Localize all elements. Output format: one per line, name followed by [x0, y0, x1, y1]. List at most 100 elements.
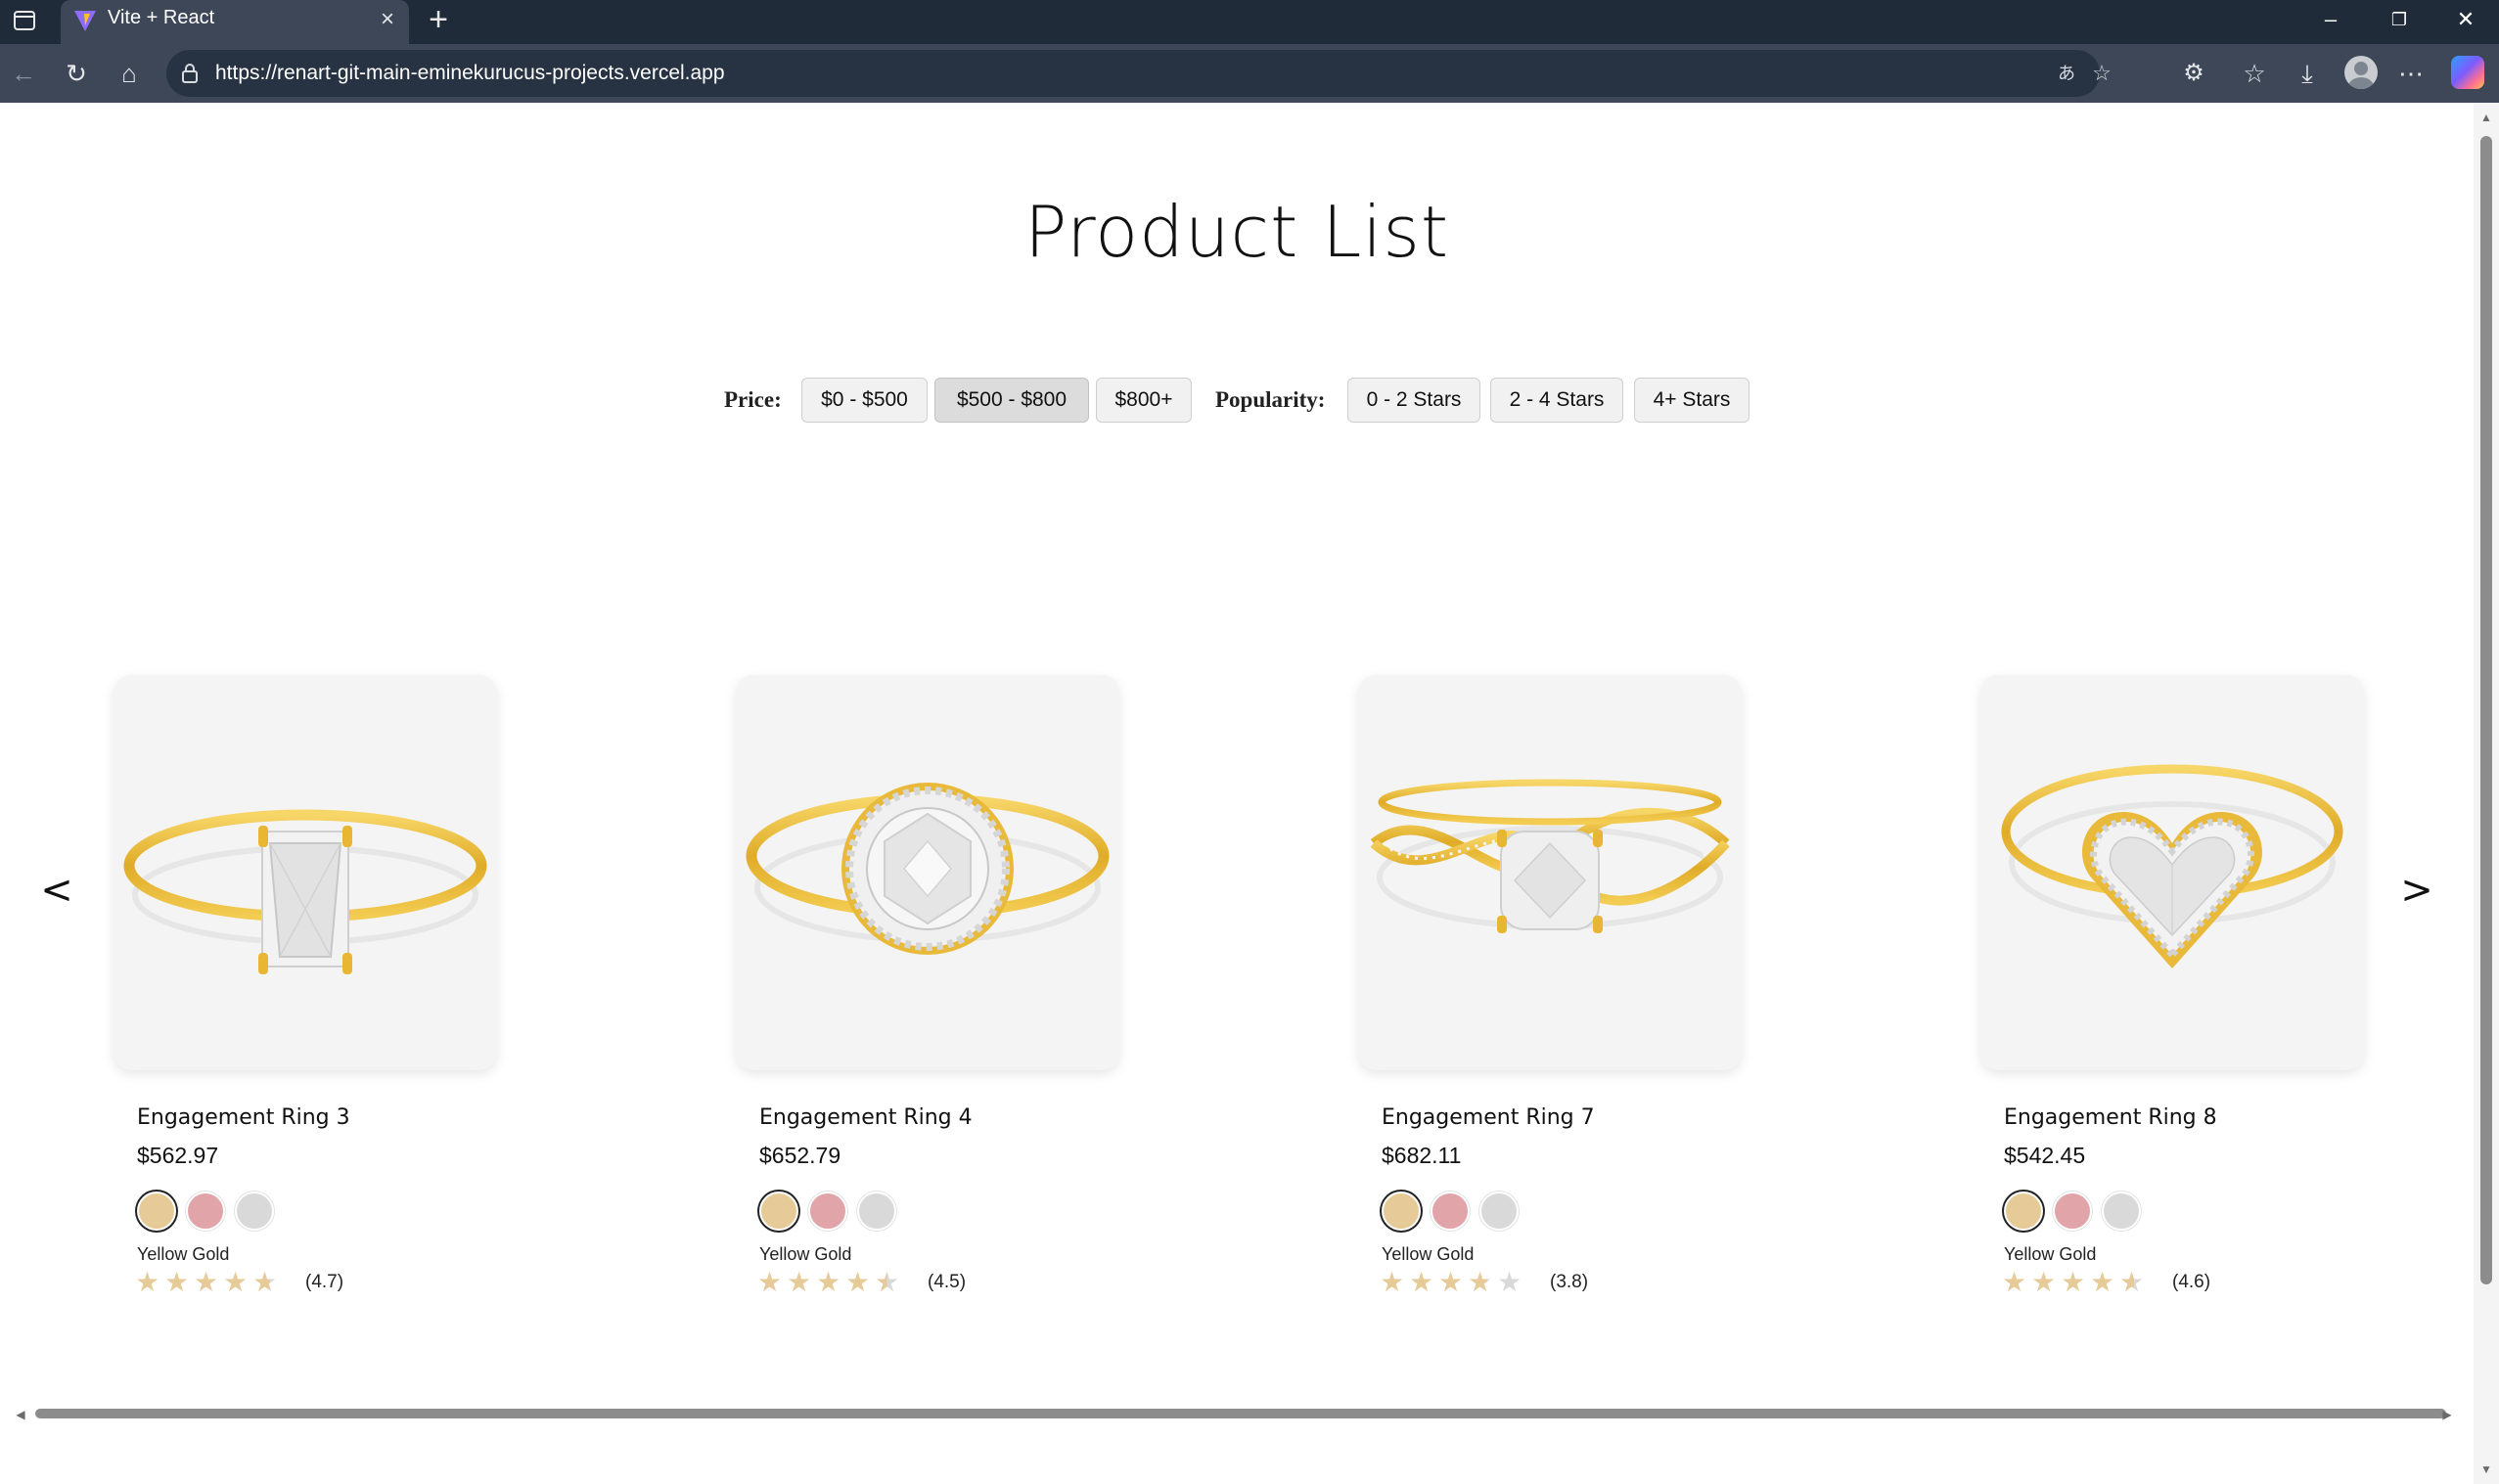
profile-avatar[interactable] — [2344, 56, 2378, 89]
horizontal-scroll-thumb[interactable] — [35, 1409, 2446, 1418]
white-gold-swatch[interactable] — [235, 1192, 274, 1231]
tab-close-button[interactable]: × — [374, 6, 401, 33]
star-icon: ★ — [2031, 1266, 2057, 1298]
product-price: $542.45 — [2004, 1143, 2086, 1168]
read-aloud-icon[interactable]: あ — [2049, 56, 2084, 91]
popularity-filter-label: Popularity: — [1215, 387, 1326, 412]
price-filter-0-500-button[interactable]: $0 - $500 — [801, 378, 928, 423]
star-icon: ★ — [2119, 1266, 2145, 1298]
ring-twist-cushion-image — [1370, 779, 1730, 933]
vertical-scrollbar[interactable]: ▲ ▼ — [2474, 103, 2499, 1484]
selected-metal-label: Yellow Gold — [759, 1244, 852, 1264]
browser-tab-bar: Vite + React × + – ❐ ✕ — [0, 0, 2499, 44]
popularity-filter-0-2-button[interactable]: 0 - 2 Stars — [1347, 378, 1480, 423]
reload-icon[interactable]: ↻ — [59, 56, 94, 91]
ring-halo-round-image — [746, 783, 1110, 955]
rose-gold-swatch[interactable] — [808, 1192, 847, 1231]
more-options-icon[interactable]: ⋯ — [2393, 56, 2429, 91]
product-name[interactable]: Engagement Ring 7 — [1382, 1105, 1595, 1130]
rose-gold-swatch[interactable] — [1431, 1192, 1470, 1231]
back-icon[interactable]: ← — [6, 56, 41, 91]
url-text[interactable]: https://renart-git-main-eminekurucus-pro… — [215, 62, 725, 85]
star-icon: ★ — [875, 1266, 900, 1298]
color-swatches — [1382, 1192, 1577, 1233]
product-image[interactable] — [736, 675, 1119, 1070]
carousel-next-button[interactable]: > — [2397, 861, 2436, 920]
rating-value: (4.6) — [2172, 1272, 2211, 1292]
scroll-left-arrow-icon[interactable]: ◀ — [14, 1408, 27, 1421]
downloads-icon[interactable]: ⤓ — [2290, 56, 2325, 91]
browser-toolbar: ← ↻ ⌂ https://renart-git-main-eminekuruc… — [0, 44, 2499, 103]
favorites-icon[interactable]: ☆ — [2237, 56, 2272, 91]
address-bar[interactable]: https://renart-git-main-eminekurucus-pro… — [166, 50, 2112, 97]
white-gold-swatch[interactable] — [2102, 1192, 2141, 1231]
product-name[interactable]: Engagement Ring 3 — [137, 1105, 350, 1130]
yellow-gold-swatch[interactable] — [759, 1192, 798, 1231]
minimize-button[interactable]: – — [2301, 0, 2360, 39]
color-swatches — [759, 1192, 955, 1233]
scroll-up-arrow-icon[interactable]: ▲ — [2479, 111, 2493, 124]
star-icon: ★ — [223, 1266, 249, 1298]
price-filter-800-plus-button[interactable]: $800+ — [1096, 378, 1192, 423]
product-price: $652.79 — [759, 1143, 841, 1168]
product-image[interactable] — [1358, 675, 1742, 1070]
rose-gold-swatch[interactable] — [186, 1192, 225, 1231]
lock-icon[interactable] — [178, 62, 202, 85]
scroll-down-arrow-icon[interactable]: ▼ — [2479, 1462, 2493, 1476]
copilot-icon[interactable] — [2451, 56, 2484, 89]
rating-value: (4.5) — [928, 1272, 967, 1292]
new-tab-button[interactable]: + — [421, 3, 456, 39]
horizontal-scrollbar[interactable]: ◀ ▶ — [14, 1405, 2456, 1426]
popularity-filter-2-4-button[interactable]: 2 - 4 Stars — [1490, 378, 1623, 423]
yellow-gold-swatch[interactable] — [2004, 1192, 2043, 1231]
extensions-icon[interactable]: ⚙ — [2176, 56, 2211, 91]
yellow-gold-swatch[interactable] — [1382, 1192, 1421, 1231]
tab-actions-icon[interactable] — [12, 8, 37, 33]
star-icon: ★ — [845, 1266, 871, 1298]
star-icon: ★ — [1409, 1266, 1434, 1298]
browser-tab[interactable]: Vite + React × — [61, 0, 409, 44]
popularity-filter-4-plus-button[interactable]: 4+ Stars — [1634, 378, 1749, 423]
price-filter-500-800-button[interactable]: $500 - $800 — [934, 378, 1089, 423]
white-gold-swatch[interactable] — [1479, 1192, 1519, 1231]
product-card[interactable]: Engagement Ring 3 $562.97 Yellow Gold ★ ★… — [114, 675, 524, 1311]
white-gold-swatch[interactable] — [857, 1192, 896, 1231]
close-window-button[interactable]: ✕ — [2436, 0, 2495, 39]
star-icon: ★ — [164, 1266, 190, 1298]
tab-title: Vite + React — [108, 7, 215, 28]
filter-bar: Price: $0 - $500 $500 - $800 $800+ Popul… — [0, 371, 2474, 429]
home-icon[interactable]: ⌂ — [112, 56, 147, 91]
star-rating: ★ ★ ★ ★ ★ (3.8) — [1380, 1268, 1673, 1297]
favorite-star-icon[interactable]: ☆ — [2084, 56, 2119, 91]
star-icon: ★ — [1380, 1266, 1405, 1298]
product-name[interactable]: Engagement Ring 4 — [759, 1105, 973, 1130]
product-image[interactable] — [114, 675, 497, 1070]
star-icon: ★ — [252, 1266, 278, 1298]
star-rating: ★ ★ ★ ★ ★ (4.7) — [135, 1268, 429, 1297]
star-rating: ★ ★ ★ ★ ★ (4.5) — [757, 1268, 1051, 1297]
product-card[interactable]: Engagement Ring 8 $542.45 Yellow Gold ★ ★… — [1980, 675, 2391, 1311]
yellow-gold-swatch[interactable] — [137, 1192, 176, 1231]
star-icon: ★ — [2002, 1266, 2027, 1298]
product-card[interactable]: Engagement Ring 7 $682.11 Yellow Gold ★ ★… — [1358, 675, 1769, 1311]
star-icon: ★ — [787, 1266, 812, 1298]
product-name[interactable]: Engagement Ring 8 — [2004, 1105, 2217, 1130]
rose-gold-swatch[interactable] — [2053, 1192, 2092, 1231]
price-filter-label: Price: — [724, 387, 782, 412]
star-icon: ★ — [194, 1266, 219, 1298]
star-icon: ★ — [1438, 1266, 1464, 1298]
carousel-prev-button[interactable]: < — [37, 861, 76, 920]
product-image[interactable] — [1980, 675, 2364, 1070]
color-swatches — [2004, 1192, 2200, 1233]
star-icon: ★ — [816, 1266, 841, 1298]
page-title: Product List — [1023, 191, 1450, 273]
ring-halo-heart-image — [2001, 764, 2343, 968]
star-icon: ★ — [757, 1266, 783, 1298]
product-card[interactable]: Engagement Ring 4 $652.79 Yellow Gold ★ ★… — [736, 675, 1147, 1311]
ring-radiant-image — [123, 809, 487, 974]
selected-metal-label: Yellow Gold — [2004, 1244, 2097, 1264]
restore-button[interactable]: ❐ — [2370, 0, 2429, 39]
scroll-right-arrow-icon[interactable]: ▶ — [2440, 1408, 2454, 1421]
vertical-scroll-thumb[interactable] — [2480, 136, 2492, 1284]
selected-metal-label: Yellow Gold — [137, 1244, 230, 1264]
